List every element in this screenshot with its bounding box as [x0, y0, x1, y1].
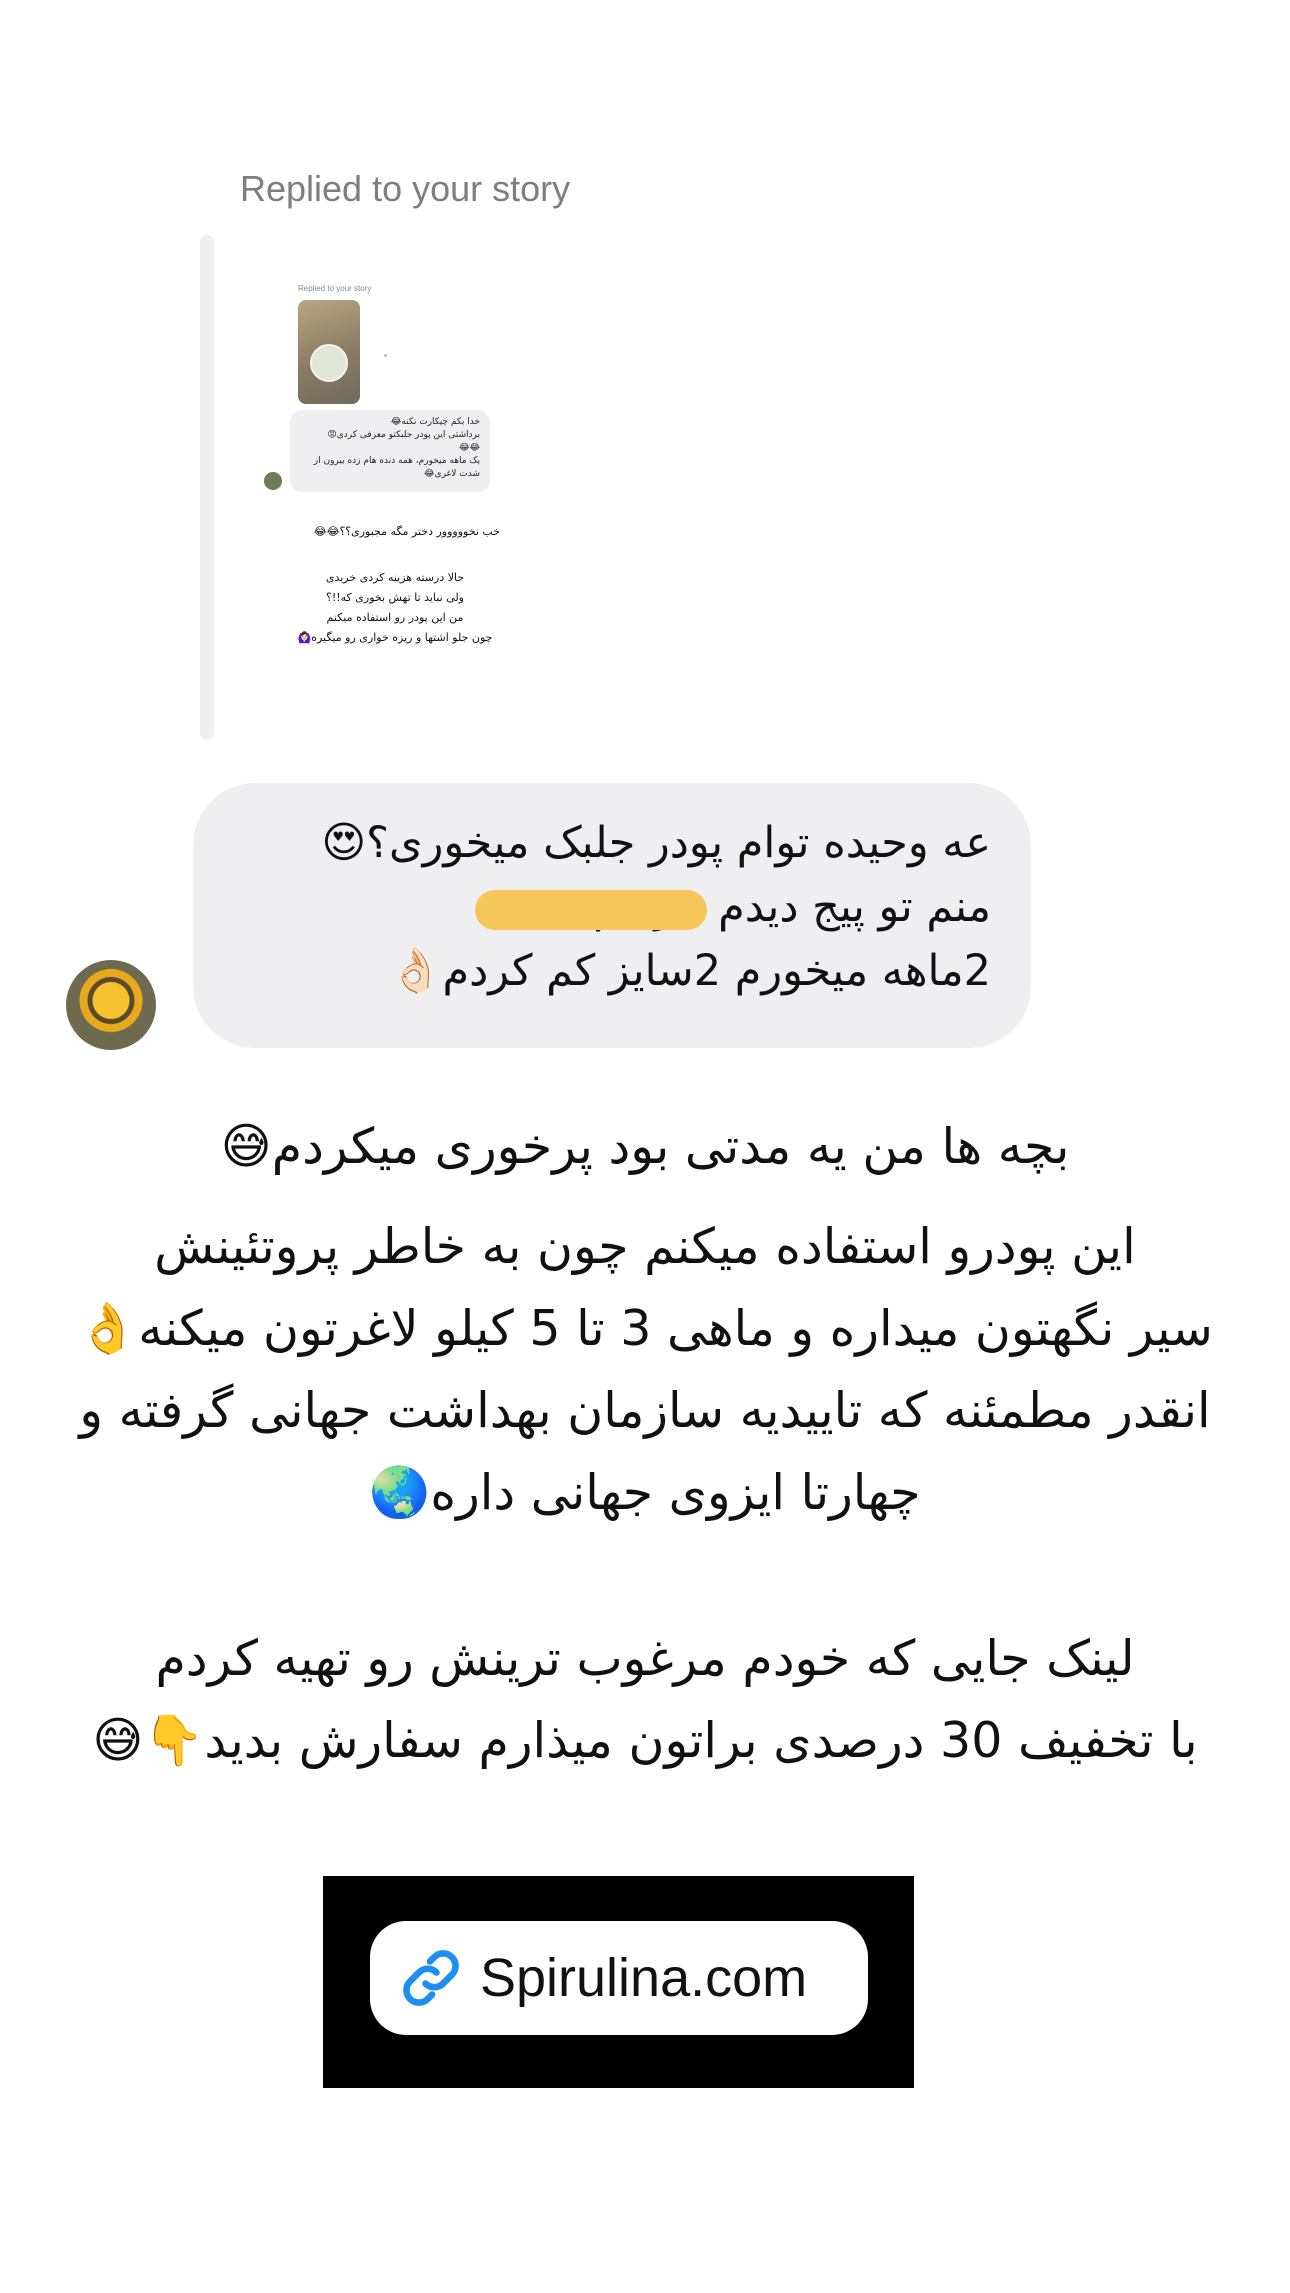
thumb-reply-text: خب نخووووور دختر مگه مجبوری؟؟😂😂: [313, 525, 500, 538]
caption-cta: لینک جایی که خودم مرغوب ترینش رو تهیه کر…: [92, 1630, 1198, 1769]
link-sticker-area: Spirulina.com: [323, 1876, 914, 2088]
message-line: عه وحیده توام پودر جلبک میخوری؟😍: [321, 818, 991, 868]
replied-to-story-label: Replied to your story: [240, 168, 571, 209]
link-label: Spirulina.com: [480, 1948, 808, 2008]
thumb-avatar: [264, 472, 282, 490]
story-thumbnail[interactable]: Replied to your story خدا بکم چیکارت نکن…: [240, 250, 570, 740]
caption-heading: بچه ها من یه مدتی بود پرخوری میکردم😅: [220, 1118, 1070, 1175]
link-icon: [398, 1945, 464, 2011]
thumb-caption: حالا درسته هزینه کردی خریدی ولی نباید تا…: [297, 571, 493, 644]
link-sticker[interactable]: Spirulina.com: [370, 1921, 868, 2035]
thumb-dot: [384, 354, 387, 357]
caption-paragraph: این پودرو استفاده میکنم چون به خاطر پروت…: [77, 1218, 1213, 1521]
thumb-replied-label: Replied to your story: [298, 284, 372, 293]
sender-avatar[interactable]: [66, 960, 156, 1050]
thumb-story-photo: [298, 300, 360, 404]
censor-scribble: [475, 890, 707, 930]
message-line: 2ماهه میخورم 2سایز کم کردم👌🏻: [388, 946, 991, 996]
story-reply-bar: [200, 235, 214, 740]
thumb-message-bubble: خدا بکم چیکارت نکنه😂 برداشتی این پودر جل…: [290, 410, 490, 492]
